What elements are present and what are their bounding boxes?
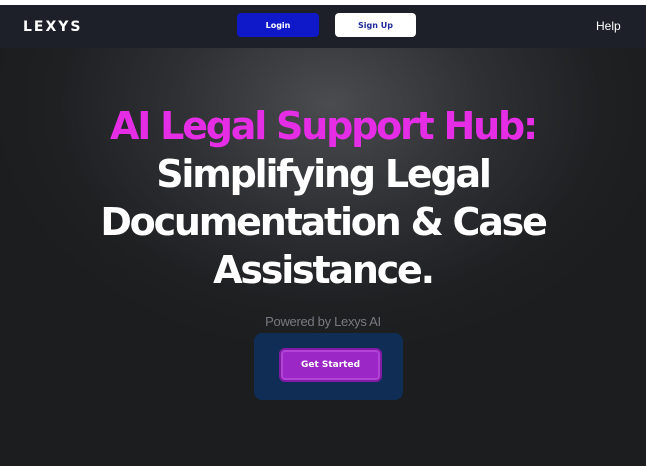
powered-by-text: Powered by Lexys AI (265, 314, 381, 329)
hero-title-accent: AI Legal Support Hub: (110, 104, 538, 148)
help-link[interactable]: Help (596, 19, 621, 33)
get-started-button[interactable]: Get Started (279, 348, 382, 382)
hero-title-line-3: Assistance. (213, 248, 435, 292)
brand-logo[interactable]: LEXYS (23, 19, 83, 35)
hero-title-line-1: Simplifying Legal (156, 152, 492, 196)
signup-button[interactable]: Sign Up (335, 13, 416, 37)
hero-headline: AI Legal Support Hub: Simplifying Legal … (0, 102, 646, 294)
top-navbar: LEXYS Login Sign Up Help (0, 5, 646, 48)
hero-title-line-2: Documentation & Case (100, 200, 548, 244)
login-button[interactable]: Login (237, 13, 319, 37)
